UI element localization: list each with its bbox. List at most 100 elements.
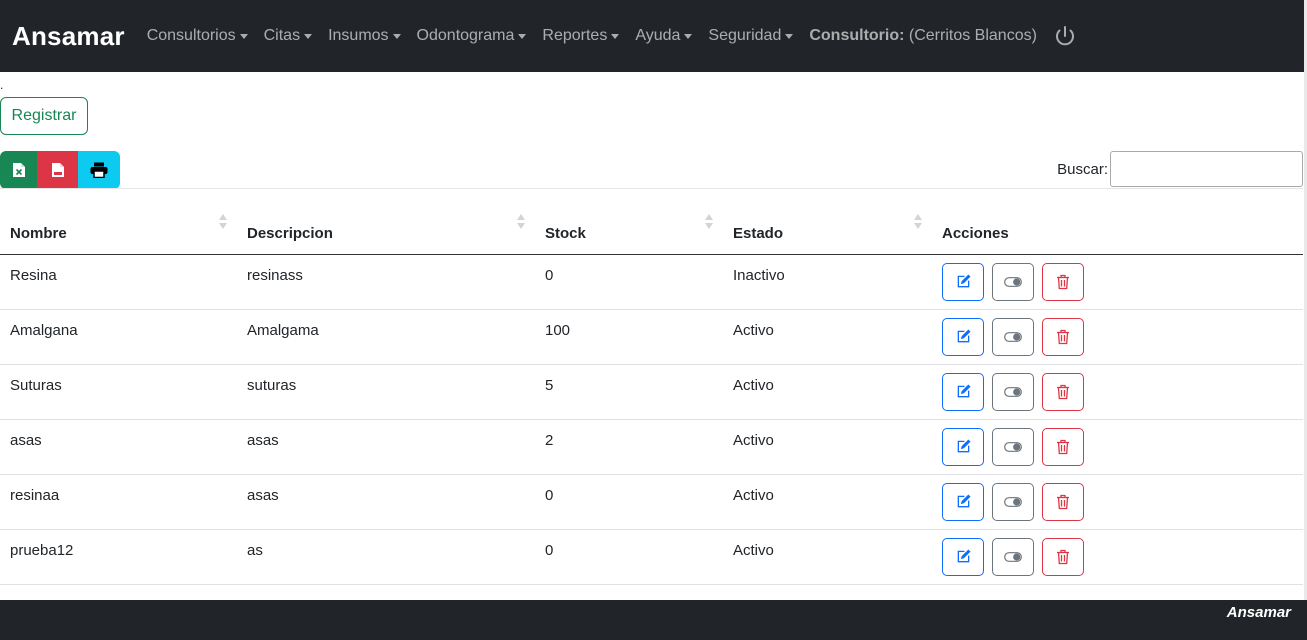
table-row: asas asas 2 Activo [0, 419, 1303, 475]
trash-icon [1057, 329, 1070, 344]
nav-consultorios-label: Consultorios [146, 27, 236, 44]
nav-consultorios[interactable]: Consultorios [147, 27, 248, 45]
cell-acciones [932, 529, 1303, 585]
toggle-status-button[interactable] [992, 317, 1035, 356]
stray-dot: . [0, 78, 4, 92]
footer: Ansamar [0, 600, 1307, 640]
header-label: Stock [545, 224, 586, 242]
register-button[interactable]: Registrar [0, 97, 88, 135]
trash-icon [1057, 274, 1070, 289]
cell-descripcion: asas [237, 474, 535, 530]
nav-ayuda[interactable]: Ayuda [635, 27, 693, 45]
caret-down-icon [392, 33, 401, 39]
print-button[interactable] [78, 151, 120, 189]
header-label: Nombre [10, 224, 67, 242]
edit-icon [957, 549, 971, 563]
cell-acciones [932, 309, 1303, 365]
export-excel-button[interactable] [0, 151, 37, 189]
nav-insumos[interactable]: Insumos [328, 27, 401, 45]
column-header-stock[interactable]: Stock [535, 212, 723, 255]
edit-button[interactable] [942, 537, 984, 576]
trash-icon [1057, 549, 1070, 564]
cell-estado: Inactivo [723, 254, 932, 310]
table-row: Amalgana Amalgama 100 Activo [0, 309, 1303, 365]
trash-icon [1057, 384, 1070, 399]
cell-acciones [932, 254, 1303, 310]
edit-icon [957, 274, 971, 288]
edit-icon [957, 494, 971, 508]
cell-descripcion: suturas [237, 364, 535, 420]
column-header-estado[interactable]: Estado [723, 212, 932, 255]
cell-estado: Activo [723, 529, 932, 585]
toggle-icon [1004, 276, 1023, 287]
cell-stock: 0 [535, 529, 723, 585]
export-pdf-button[interactable] [37, 151, 78, 189]
nav-citas[interactable]: Citas [264, 27, 313, 45]
trash-icon [1057, 439, 1070, 454]
edit-button[interactable] [942, 317, 984, 356]
cell-descripcion: Amalgama [237, 309, 535, 365]
top-navbar: Ansamar Consultorios Citas Insumos Odont… [0, 0, 1307, 72]
caret-down-icon [518, 33, 527, 39]
column-header-descripcion[interactable]: Descripcion [237, 212, 535, 255]
cell-estado: Activo [723, 474, 932, 530]
cell-stock: 100 [535, 309, 723, 365]
consultorio-label: Consultorio: [809, 27, 905, 44]
cell-stock: 5 [535, 364, 723, 420]
toggle-icon [1004, 496, 1023, 507]
cell-stock: 0 [535, 254, 723, 310]
cell-descripcion: asas [237, 419, 535, 475]
delete-button[interactable] [1042, 262, 1085, 301]
search-input[interactable] [1110, 151, 1303, 187]
edit-button[interactable] [942, 427, 984, 466]
toggle-icon [1004, 551, 1023, 562]
header-label: Descripcion [247, 224, 333, 242]
edit-button[interactable] [942, 372, 984, 411]
delete-button[interactable] [1042, 482, 1085, 521]
table-divider [0, 188, 1303, 189]
cell-stock: 2 [535, 419, 723, 475]
toggle-status-button[interactable] [992, 482, 1035, 521]
brand-logo[interactable]: Ansamar [12, 21, 125, 52]
insumos-table: Nombre Descripcion Stock Estado Acciones… [0, 212, 1303, 585]
consultorio-value: (Cerritos Blancos) [908, 27, 1037, 44]
pdf-file-icon [51, 163, 64, 177]
table-body: Resina resinass 0 Inactivo Amalgana Amal… [0, 254, 1303, 585]
cell-nombre: Amalgana [0, 309, 237, 365]
toggle-status-button[interactable] [992, 537, 1035, 576]
edit-button[interactable] [942, 262, 984, 301]
cell-descripcion: resinass [237, 254, 535, 310]
delete-button[interactable] [1042, 317, 1085, 356]
delete-button[interactable] [1042, 372, 1085, 411]
toggle-status-button[interactable] [992, 262, 1035, 301]
delete-button[interactable] [1042, 537, 1085, 576]
trash-icon [1057, 494, 1070, 509]
edit-button[interactable] [942, 482, 984, 521]
column-header-nombre[interactable]: Nombre [0, 212, 237, 255]
nav-odontograma[interactable]: Odontograma [417, 27, 527, 45]
column-header-acciones: Acciones [932, 212, 1303, 255]
cell-acciones [932, 364, 1303, 420]
nav-reportes[interactable]: Reportes [542, 27, 620, 45]
excel-file-icon [12, 163, 25, 177]
cell-estado: Activo [723, 419, 932, 475]
current-consultorio: Consultorio: (Cerritos Blancos) [809, 27, 1037, 45]
caret-down-icon [239, 33, 248, 39]
caret-down-icon [684, 33, 693, 39]
table-row: resinaa asas 0 Activo [0, 474, 1303, 530]
toggle-status-button[interactable] [992, 372, 1035, 411]
header-label: Estado [733, 224, 784, 242]
nav-insumos-label: Insumos [328, 27, 389, 44]
caret-down-icon [785, 33, 794, 39]
cell-nombre: resinaa [0, 474, 237, 530]
edit-icon [957, 329, 971, 343]
nav-seguridad[interactable]: Seguridad [708, 27, 794, 45]
sort-icon [517, 214, 525, 230]
footer-brand: Ansamar [1226, 604, 1291, 621]
sort-icon [219, 214, 227, 230]
delete-button[interactable] [1042, 427, 1085, 466]
sort-icon [914, 214, 922, 230]
toggle-status-button[interactable] [992, 427, 1035, 466]
power-icon[interactable] [1053, 24, 1077, 48]
toggle-icon [1004, 386, 1023, 397]
